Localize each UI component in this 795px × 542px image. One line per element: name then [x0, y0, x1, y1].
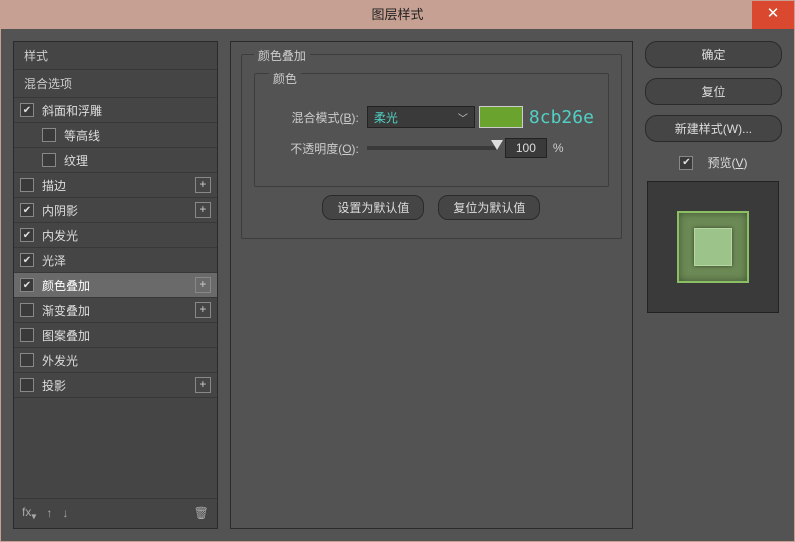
chevron-down-icon: ﹀	[458, 110, 468, 125]
style-checkbox[interactable]	[20, 178, 34, 192]
blend-mode-value: 柔光	[374, 109, 398, 126]
style-checkbox[interactable]	[42, 128, 56, 142]
opacity-input[interactable]: 100	[505, 138, 547, 158]
style-label: 渐变叠加	[42, 302, 90, 319]
move-up-button[interactable]: ↑	[46, 506, 52, 520]
opacity-row: 不透明度(O): 100 %	[269, 138, 594, 158]
ok-button[interactable]: 确定	[645, 41, 782, 68]
opacity-label: 不透明度(O):	[269, 140, 359, 157]
style-item-9[interactable]: 图案叠加	[14, 323, 217, 348]
style-label: 颜色叠加	[42, 277, 90, 294]
new-style-button[interactable]: 新建样式(W)...	[645, 115, 782, 142]
reset-default-button[interactable]: 复位为默认值	[438, 195, 540, 220]
reset-button[interactable]: 复位	[645, 78, 782, 105]
blend-mode-select[interactable]: 柔光 ﹀	[367, 106, 475, 128]
blend-mode-row: 混合模式(B): 柔光 ﹀ 8cb26e	[269, 106, 594, 128]
style-label: 描边	[42, 177, 66, 194]
styles-panel: 样式 混合选项 斜面和浮雕等高线纹理描边 + 内阴影 + 内发光光泽颜色叠加 + 渐变叠加 +…	[13, 41, 218, 529]
style-item-7[interactable]: 颜色叠加 +	[14, 273, 217, 298]
window-title: 图层样式	[371, 7, 423, 22]
fx-menu[interactable]: fx▾	[22, 505, 36, 522]
color-swatch[interactable]	[479, 106, 523, 128]
style-label: 等高线	[64, 127, 100, 144]
style-label: 内发光	[42, 227, 78, 244]
style-item-4[interactable]: 内阴影 +	[14, 198, 217, 223]
opacity-unit: %	[553, 141, 564, 155]
style-item-2[interactable]: 纹理	[14, 148, 217, 173]
slider-thumb-icon[interactable]	[491, 140, 503, 150]
color-subgroup: 颜色 混合模式(B): 柔光 ﹀ 8cb26e 不透明度(O):	[254, 73, 609, 187]
style-item-6[interactable]: 光泽	[14, 248, 217, 273]
style-checkbox[interactable]	[20, 103, 34, 117]
style-list: 斜面和浮雕等高线纹理描边 + 内阴影 + 内发光光泽颜色叠加 + 渐变叠加 + 图案叠加外发光投…	[14, 98, 217, 398]
preview-label: 预览(V)	[707, 154, 747, 171]
default-buttons-row: 设置为默认值 复位为默认值	[254, 195, 609, 220]
layer-style-dialog: 图层样式 ✕ 样式 混合选项 斜面和浮雕等高线纹理描边+内阴影+内发光光泽颜色叠…	[0, 0, 795, 542]
move-down-button[interactable]: ↓	[62, 506, 68, 520]
preview-toggle[interactable]: 预览(V)	[645, 154, 782, 171]
preview-checkbox[interactable]	[679, 156, 693, 170]
blend-options-header[interactable]: 混合选项	[14, 70, 217, 98]
style-checkbox[interactable]	[20, 278, 34, 292]
right-panel: 确定 复位 新建样式(W)... 预览(V)	[645, 41, 782, 529]
preview-swatch-inner	[694, 228, 732, 266]
style-label: 投影	[42, 377, 66, 394]
style-checkbox[interactable]	[20, 203, 34, 217]
preview-box	[647, 181, 779, 313]
color-overlay-group: 颜色叠加 颜色 混合模式(B): 柔光 ﹀ 8cb26e 不透明度(O):	[241, 54, 622, 239]
style-label: 斜面和浮雕	[42, 102, 102, 119]
color-hex: 8cb26e	[529, 107, 594, 128]
group-title: 颜色叠加	[254, 47, 310, 64]
style-item-5[interactable]: 内发光	[14, 223, 217, 248]
style-checkbox[interactable]	[42, 153, 56, 167]
style-item-0[interactable]: 斜面和浮雕	[14, 98, 217, 123]
style-label: 光泽	[42, 252, 66, 269]
fx-icon: fx	[22, 505, 31, 519]
add-effect-button[interactable]: +	[195, 177, 211, 193]
style-checkbox[interactable]	[20, 303, 34, 317]
close-icon: ✕	[767, 5, 780, 22]
dialog-body: 样式 混合选项 斜面和浮雕等高线纹理描边+内阴影+内发光光泽颜色叠加+渐变叠加+…	[1, 29, 794, 541]
style-label: 外发光	[42, 352, 78, 369]
subgroup-title: 颜色	[269, 70, 301, 87]
style-checkbox[interactable]	[20, 378, 34, 392]
titlebar[interactable]: 图层样式 ✕	[1, 1, 794, 29]
trash-icon: 🗑	[194, 506, 209, 520]
styles-header[interactable]: 样式	[14, 42, 217, 70]
arrow-up-icon: ↑	[46, 506, 52, 520]
style-item-8[interactable]: 渐变叠加 +	[14, 298, 217, 323]
style-checkbox[interactable]	[20, 253, 34, 267]
style-checkbox[interactable]	[20, 328, 34, 342]
add-effect-button[interactable]: +	[195, 377, 211, 393]
arrow-down-icon: ↓	[62, 506, 68, 520]
opacity-slider[interactable]	[367, 146, 497, 150]
delete-button[interactable]: 🗑	[194, 506, 209, 520]
add-effect-button[interactable]: +	[195, 277, 211, 293]
style-item-11[interactable]: 投影 +	[14, 373, 217, 398]
style-item-10[interactable]: 外发光	[14, 348, 217, 373]
add-effect-button[interactable]: +	[195, 202, 211, 218]
set-default-button[interactable]: 设置为默认值	[322, 195, 424, 220]
style-item-1[interactable]: 等高线	[14, 123, 217, 148]
style-checkbox[interactable]	[20, 353, 34, 367]
close-button[interactable]: ✕	[752, 1, 794, 29]
settings-panel: 颜色叠加 颜色 混合模式(B): 柔光 ﹀ 8cb26e 不透明度(O):	[230, 41, 633, 529]
style-label: 纹理	[64, 152, 88, 169]
styles-footer: fx▾ ↑ ↓ 🗑	[14, 498, 217, 528]
style-label: 内阴影	[42, 202, 78, 219]
style-label: 图案叠加	[42, 327, 90, 344]
style-item-3[interactable]: 描边 +	[14, 173, 217, 198]
add-effect-button[interactable]: +	[195, 302, 211, 318]
blend-mode-label: 混合模式(B):	[269, 109, 359, 126]
preview-swatch-outer	[677, 211, 749, 283]
style-checkbox[interactable]	[20, 228, 34, 242]
